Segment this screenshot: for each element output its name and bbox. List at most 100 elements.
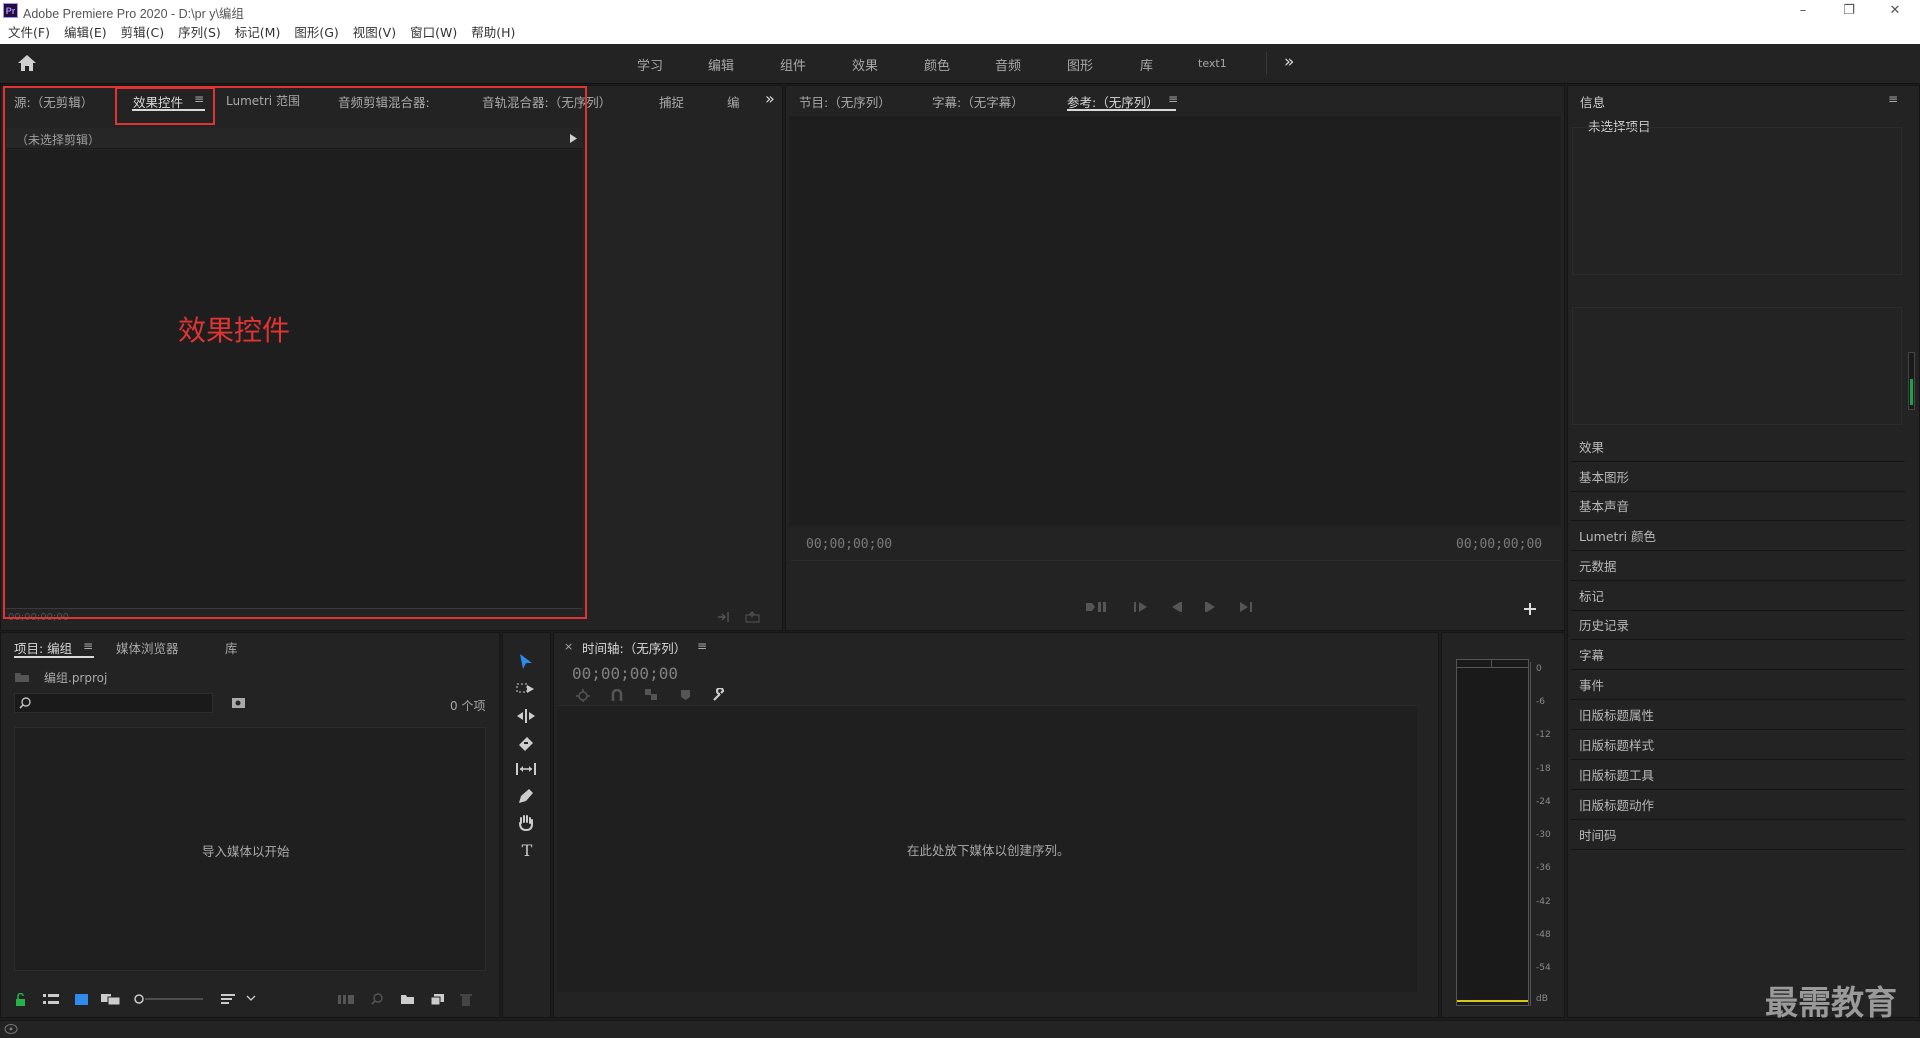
menu-view[interactable]: 视图(V)	[353, 22, 396, 44]
info-item-markers[interactable]: 标记	[1571, 582, 1905, 611]
menu-file[interactable]: 文件(F)	[8, 22, 50, 44]
zoom-slider[interactable]	[133, 993, 205, 1005]
meter-label: -48	[1536, 930, 1551, 940]
workspace-color[interactable]: 颜色	[924, 55, 950, 74]
tab-project[interactable]: 项目: 编组	[14, 638, 72, 657]
info-item-captions[interactable]: 字幕	[1571, 641, 1905, 670]
status-bar	[0, 1020, 1920, 1038]
workspace-learn[interactable]: 学习	[637, 55, 663, 74]
project-menu-icon[interactable]: ≡	[83, 639, 93, 653]
slip-tool-icon[interactable]	[515, 761, 537, 777]
step-forward-icon[interactable]	[1204, 601, 1218, 613]
project-folder-icon	[15, 673, 29, 682]
info-item-timecode[interactable]: 时间码	[1571, 821, 1905, 850]
add-marker-icon[interactable]	[1084, 600, 1110, 614]
project-item-count: 0 个项	[450, 699, 486, 713]
meter-label: 0	[1536, 664, 1542, 674]
export-icon[interactable]	[745, 611, 761, 623]
step-back-icon[interactable]	[1169, 601, 1183, 613]
automate-to-sequence-icon[interactable]	[338, 994, 354, 1005]
type-tool-icon[interactable]: T	[512, 838, 542, 864]
info-title: 信息	[1580, 95, 1606, 110]
info-menu-icon[interactable]: ≡	[1888, 92, 1898, 106]
tab-captions[interactable]: 字幕:（无字幕）	[932, 92, 1024, 111]
ripple-edit-tool-icon[interactable]	[516, 708, 536, 724]
reference-menu-icon[interactable]: ≡	[1168, 92, 1178, 106]
hand-tool-icon[interactable]	[517, 814, 535, 832]
workspace-audio[interactable]: 音频	[995, 55, 1021, 74]
go-to-in-icon[interactable]	[1133, 601, 1149, 613]
info-item-essential-sound[interactable]: 基本声音	[1571, 492, 1905, 521]
info-item-legacy-title-tools[interactable]: 旧版标题工具	[1571, 761, 1905, 790]
workspace-text1[interactable]: text1	[1198, 57, 1227, 70]
meter-label: -24	[1536, 797, 1551, 807]
add-marker-timeline-icon[interactable]	[680, 689, 691, 701]
info-item-history[interactable]: 历史记录	[1571, 611, 1905, 640]
menu-clip[interactable]: 剪辑(C)	[121, 22, 164, 44]
project-file-name: 编组.prproj	[44, 671, 108, 685]
new-bin-icon[interactable]	[400, 993, 415, 1005]
menu-markers[interactable]: 标记(M)	[235, 22, 281, 44]
find-bin-icon[interactable]	[231, 697, 246, 709]
audio-meter-divider	[1491, 659, 1492, 667]
tab-capture[interactable]: 捕捉	[659, 92, 684, 111]
linked-selection-icon[interactable]	[644, 688, 658, 701]
pen-tool-icon[interactable]	[517, 788, 535, 805]
audio-meter	[1456, 659, 1529, 1006]
project-search-input[interactable]	[14, 693, 213, 713]
home-icon[interactable]	[17, 54, 37, 72]
clear-icon[interactable]	[460, 993, 472, 1006]
meter-label: -54	[1536, 963, 1551, 973]
tab-media-browser[interactable]: 媒体浏览器	[116, 638, 179, 657]
timeline-close-icon[interactable]: ×	[564, 640, 573, 653]
go-to-out-icon[interactable]	[1238, 601, 1254, 613]
list-view-icon[interactable]	[43, 994, 59, 1005]
info-item-legacy-title-actions[interactable]: 旧版标题动作	[1571, 791, 1905, 820]
minimize-button[interactable]: –	[1780, 0, 1826, 22]
icon-view-icon[interactable]	[75, 994, 88, 1005]
info-item-legacy-title-styles[interactable]: 旧版标题样式	[1571, 731, 1905, 760]
tab-edit-truncated[interactable]: 编	[727, 92, 740, 111]
restore-button[interactable]: ❐	[1826, 0, 1872, 22]
workspace-graphics[interactable]: 图形	[1067, 55, 1093, 74]
tab-program[interactable]: 节目:（无序列）	[799, 92, 891, 111]
menu-help[interactable]: 帮助(H)	[471, 22, 515, 44]
selection-tool-icon[interactable]	[519, 653, 533, 671]
timeline-menu-icon[interactable]: ≡	[697, 639, 707, 653]
lock-icon[interactable]	[15, 993, 26, 1006]
menu-window[interactable]: 窗口(W)	[410, 22, 457, 44]
info-item-essential-graphics[interactable]: 基本图形	[1571, 463, 1905, 492]
search-icon	[19, 697, 31, 709]
close-window-button[interactable]: ✕	[1872, 0, 1918, 22]
workspace-libraries[interactable]: 库	[1140, 55, 1153, 74]
chevron-down-icon[interactable]	[246, 995, 256, 1002]
program-scrub-bar[interactable]	[789, 560, 1561, 561]
info-item-legacy-title-properties[interactable]: 旧版标题属性	[1571, 701, 1905, 730]
workspace-assembly[interactable]: 组件	[780, 55, 806, 74]
info-item-lumetri-color[interactable]: Lumetri 颜色	[1571, 522, 1905, 551]
workspace-bar: 学习 编辑 组件 效果 颜色 音频 图形 库 text1 »	[0, 44, 1920, 84]
menu-edit[interactable]: 编辑(E)	[64, 22, 107, 44]
freeform-view-icon[interactable]	[101, 993, 121, 1006]
info-item-metadata[interactable]: 元数据	[1571, 552, 1905, 581]
info-item-events[interactable]: 事件	[1571, 671, 1905, 700]
button-editor-plus-icon[interactable]	[1524, 603, 1536, 615]
snap-icon[interactable]	[611, 689, 623, 701]
find-icon[interactable]	[371, 993, 383, 1005]
menu-graphics[interactable]: 图形(G)	[294, 22, 338, 44]
export-frame-icon[interactable]	[716, 611, 732, 623]
menu-sequence[interactable]: 序列(S)	[178, 22, 221, 44]
new-item-icon[interactable]	[431, 993, 444, 1005]
panel-overflow-icon[interactable]: »	[765, 89, 775, 108]
wrench-icon[interactable]	[712, 688, 726, 702]
razor-tool-icon[interactable]	[517, 735, 535, 751]
workspace-effects[interactable]: 效果	[852, 55, 878, 74]
track-select-tool-icon[interactable]	[516, 681, 536, 697]
effect-controls-annotation: 效果控件	[178, 314, 291, 347]
workspace-edit[interactable]: 编辑	[708, 55, 734, 74]
info-item-effects[interactable]: 效果	[1571, 433, 1905, 462]
sort-icon[interactable]	[221, 993, 235, 1005]
tab-libraries[interactable]: 库	[225, 638, 238, 657]
nest-sequence-icon[interactable]	[576, 689, 590, 702]
workspace-overflow-icon[interactable]: »	[1284, 52, 1294, 72]
